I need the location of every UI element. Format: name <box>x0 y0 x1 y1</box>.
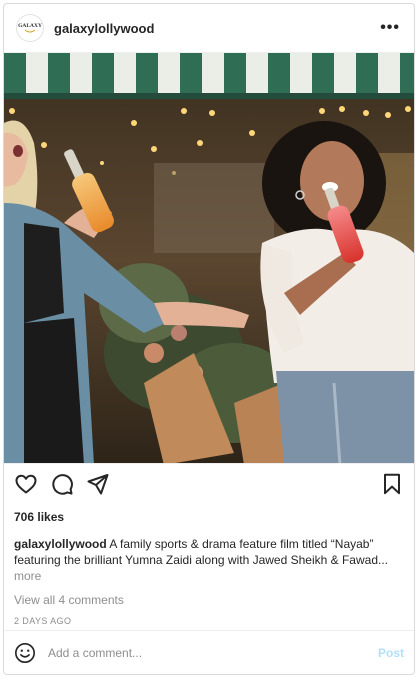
caption-username[interactable]: galaxylollywood <box>14 537 107 551</box>
post-actions <box>4 464 414 504</box>
caption-more-link[interactable]: more <box>14 569 41 583</box>
post-timestamp: 2 DAYS AGO <box>14 616 72 626</box>
instagram-post-card: GALAXY galaxylollywood ••• 706 likes gal… <box>3 3 415 675</box>
share-icon[interactable] <box>86 472 110 496</box>
avatar-logo: GALAXY <box>18 23 42 33</box>
photo-image <box>4 53 414 463</box>
post-comment-button[interactable]: Post <box>370 646 404 660</box>
post-username[interactable]: galaxylollywood <box>54 21 154 36</box>
post-header: GALAXY galaxylollywood ••• <box>4 4 414 52</box>
more-options-icon[interactable]: ••• <box>378 14 402 42</box>
view-comments-link[interactable]: View all 4 comments <box>4 584 414 607</box>
likes-count[interactable]: 706 likes <box>4 504 414 524</box>
bookmark-icon[interactable] <box>380 472 404 496</box>
avatar[interactable]: GALAXY <box>16 14 44 42</box>
comment-icon[interactable] <box>50 472 74 496</box>
svg-text:GALAXY: GALAXY <box>18 23 42 29</box>
comment-input[interactable] <box>46 644 370 661</box>
post-caption: galaxylollywood A family sports & drama … <box>4 524 414 584</box>
emoji-icon[interactable] <box>14 642 36 664</box>
heart-icon[interactable] <box>14 472 38 496</box>
post-image[interactable] <box>4 52 414 464</box>
add-comment-bar: Post <box>4 630 414 674</box>
